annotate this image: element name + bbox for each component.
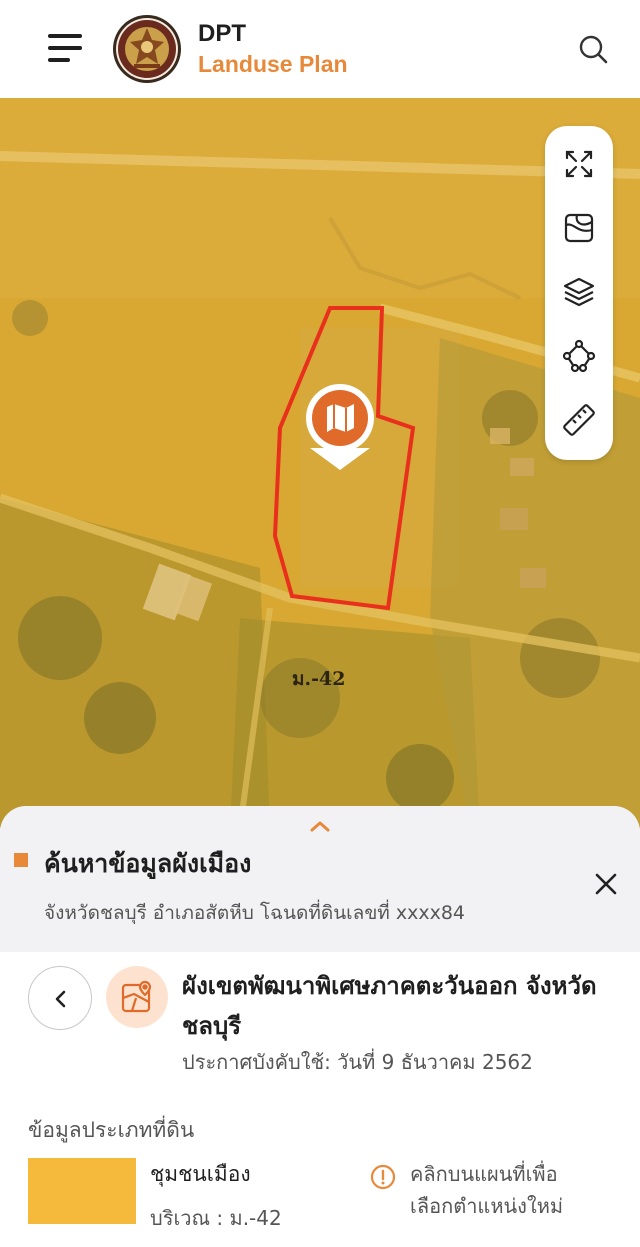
dpt-seal-logo [112, 14, 182, 84]
satellite-basemap [0, 98, 640, 828]
info-icon [370, 1164, 396, 1190]
map-click-hint: คลิกบนแผนที่เพื่อ เลือกตำแหน่งใหม่ [410, 1158, 563, 1222]
menu-icon[interactable] [44, 30, 86, 66]
landuse-color-swatch [28, 1158, 136, 1224]
plan-effective-date: ประกาศบังคับใช้: วันที่ 9 ธันวาคม 2562 [182, 1050, 533, 1074]
landuse-zone: บริเวณ : ม.-42 [150, 1206, 282, 1230]
close-icon[interactable] [588, 866, 624, 902]
layers-icon[interactable] [559, 272, 599, 312]
plan-info-panel: ผังเขตพัฒนาพิเศษภาคตะวันออก จังหวัดชลบุร… [0, 952, 640, 1247]
chevron-up-icon[interactable] [306, 816, 334, 836]
title-marker [14, 853, 28, 867]
hint-line-2: เลือกตำแหน่งใหม่ [410, 1194, 564, 1218]
plan-title: ผังเขตพัฒนาพิเศษภาคตะวันออก จังหวัดชลบุร… [182, 972, 597, 1040]
brand-subtitle: Landuse Plan [198, 51, 348, 77]
app-header: DPT Landuse Plan [0, 0, 640, 98]
ruler-icon[interactable] [559, 400, 599, 440]
search-icon[interactable] [574, 30, 614, 70]
basemap-icon[interactable] [559, 208, 599, 248]
search-location: จังหวัดชลบุรี อำเภอสัตหีบ โฉนดที่ดินเลขท… [44, 902, 466, 924]
map-toolbar [545, 126, 613, 460]
landuse-type: ชุมชนเมือง [150, 1162, 251, 1186]
brand-title: DPT [198, 20, 246, 47]
hint-line-1: คลิกบนแผนที่เพื่อ [410, 1162, 558, 1186]
search-title: ค้นหาข้อมูลผังเมือง [44, 849, 252, 878]
map-view[interactable]: ม.-42 [0, 98, 640, 828]
map-zone-label: ม.-42 [292, 668, 346, 690]
landuse-section-label: ข้อมูลประเภทที่ดิน [28, 1118, 195, 1142]
search-panel-header: ค้นหาข้อมูลผังเมือง จังหวัดชลบุรี อำเภอส… [0, 806, 640, 952]
plan-map-icon [106, 966, 168, 1028]
fullscreen-icon[interactable] [559, 144, 599, 184]
back-button[interactable] [28, 966, 92, 1030]
polygon-draw-icon[interactable] [559, 336, 599, 376]
